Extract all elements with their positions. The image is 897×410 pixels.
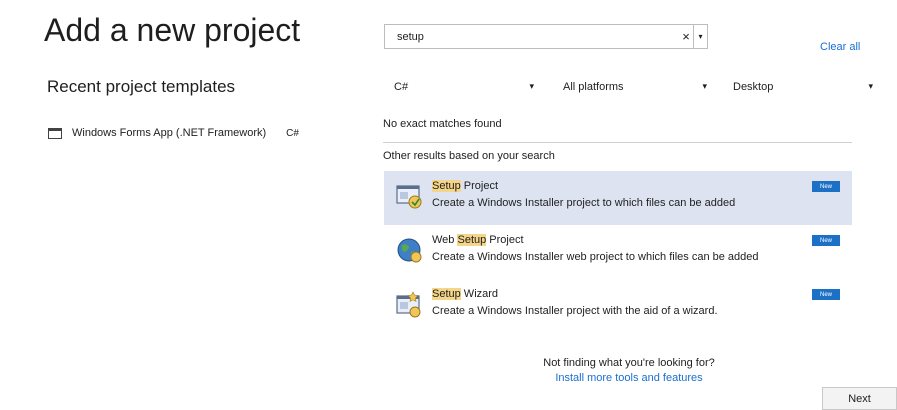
search-highlight: Setup [432,288,461,300]
search-highlight: Setup [457,234,487,246]
result-name: Setup Project [432,180,499,192]
language-filter[interactable]: C# ▾ [394,81,534,99]
next-button[interactable]: Next [822,387,897,410]
clear-search-icon[interactable]: × [679,29,693,44]
result-name: Setup Wizard [432,288,499,300]
recent-template-item[interactable]: Windows Forms App (.NET Framework) C# [48,124,299,142]
divider [383,142,852,143]
chevron-down-icon: ▾ [868,81,873,91]
result-web-setup-project[interactable]: Web Setup Project Create a Windows Insta… [384,225,852,279]
recent-templates-heading: Recent project templates [47,77,236,96]
recent-template-name: Windows Forms App (.NET Framework) [72,127,267,139]
search-input[interactable] [385,25,679,48]
result-name: Web Setup Project [432,234,524,246]
new-badge: New [812,181,840,192]
project-type-filter-value: Desktop [733,81,774,93]
chevron-down-icon: ▾ [702,81,707,91]
window-form-icon [48,127,62,139]
no-match-message: No exact matches found [383,118,502,130]
result-setup-project[interactable]: Setup Project Create a Windows Installer… [384,171,852,225]
clear-all-link[interactable]: Clear all [820,41,860,53]
install-more-tools-link[interactable]: Install more tools and features [500,372,758,384]
setup-wizard-icon [396,291,421,318]
language-filter-value: C# [394,81,409,93]
new-badge: New [812,235,840,246]
result-setup-wizard[interactable]: Setup Wizard Create a Windows Installer … [384,279,852,333]
new-badge: New [812,289,840,300]
search-history-dropdown[interactable]: ▾ [693,25,707,48]
search-highlight: Setup [432,180,461,192]
result-description: Create a Windows Installer project with … [432,305,718,317]
page-title: Add a new project [44,12,301,48]
web-setup-globe-icon [397,238,422,263]
setup-project-icon [396,185,422,209]
template-search-box: × ▾ [384,24,708,49]
result-description: Create a Windows Installer web project t… [432,251,759,263]
project-type-filter[interactable]: Desktop ▾ [733,81,873,99]
result-description: Create a Windows Installer project to wh… [432,197,736,209]
other-results-heading: Other results based on your search [383,150,555,162]
platform-filter[interactable]: All platforms ▾ [563,81,707,99]
platform-filter-value: All platforms [563,81,624,93]
recent-template-language: C# [286,127,299,139]
not-finding-message: Not finding what you're looking for? [543,357,715,369]
chevron-down-icon: ▾ [529,81,534,91]
